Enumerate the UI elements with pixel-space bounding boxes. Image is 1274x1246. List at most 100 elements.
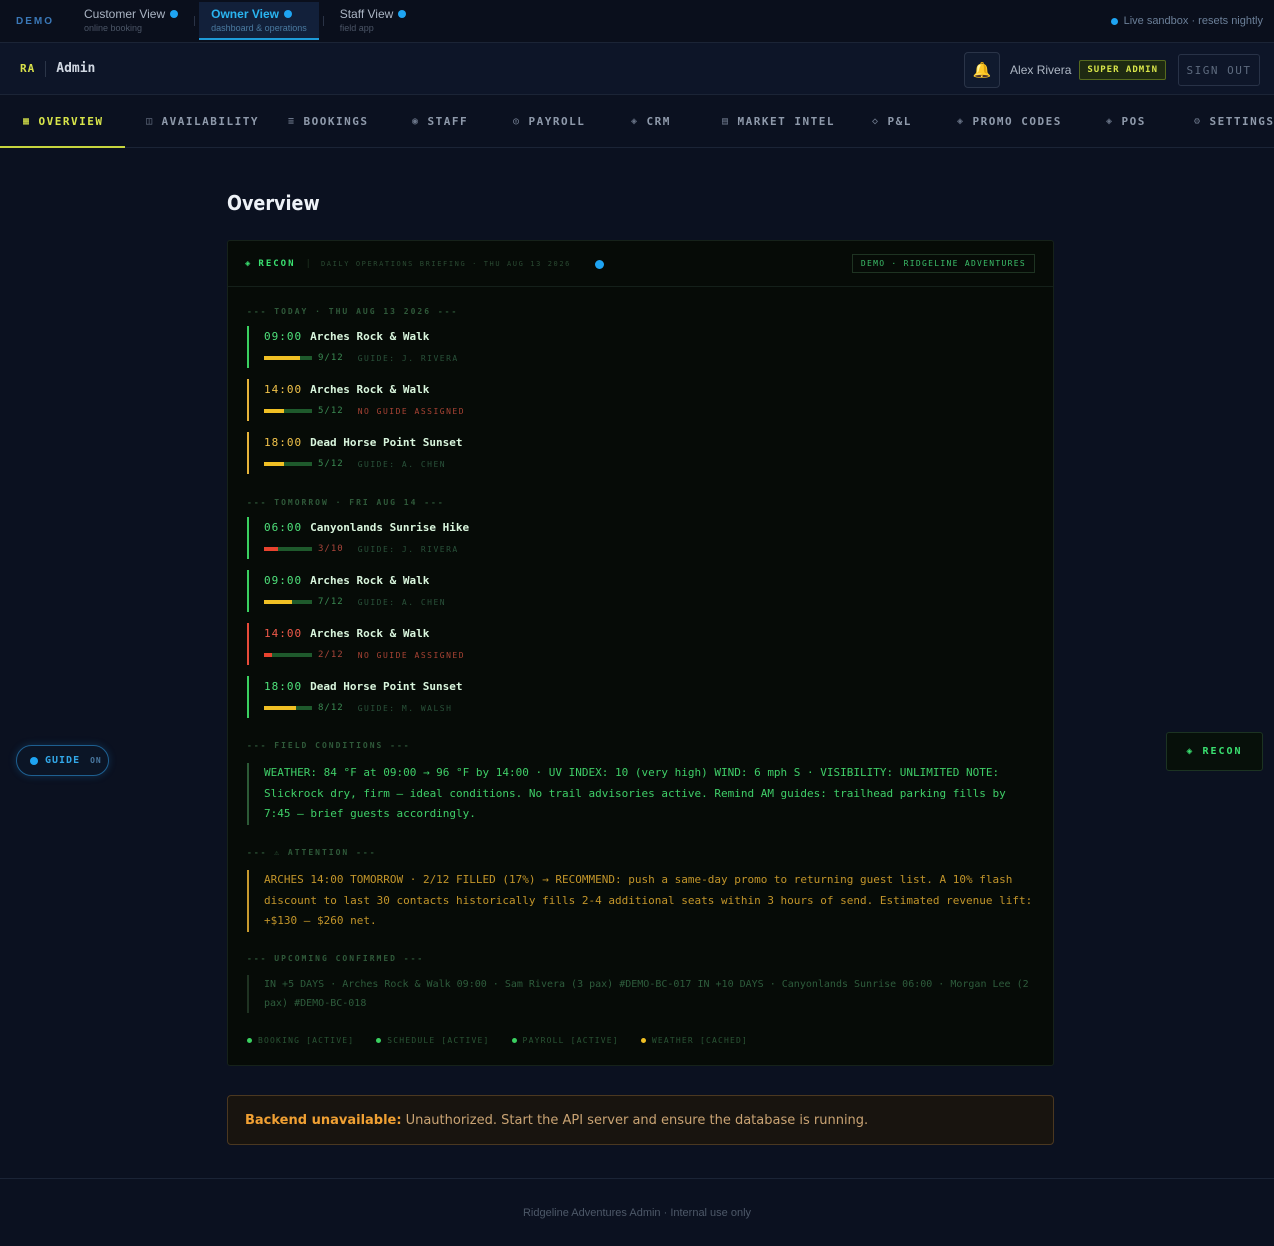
trip-row[interactable]: 14:00 Arches Rock & Walk 5/12 NO GUIDE ASSI…	[247, 379, 647, 421]
trip-capacity: 3/10	[318, 544, 344, 554]
recon-diamond-icon: ◈	[1186, 746, 1195, 757]
trip-row[interactable]: 18:00 Dead Horse Point Sunset 8/12 GUIDE: M…	[247, 676, 647, 718]
capacity-bar	[264, 706, 312, 710]
trip-guide: GUIDE: A. CHEN	[357, 459, 447, 469]
trip-row[interactable]: 09:00 Arches Rock & Walk 9/12 GUIDE: J. RIV…	[247, 326, 647, 368]
view-tab-staff[interactable]: Staff View field app	[328, 2, 419, 40]
trip-time: 14:00	[264, 383, 303, 396]
trip-capacity: 5/12	[318, 406, 344, 416]
attention-header: --- ⚠ ATTENTION ---	[247, 848, 377, 857]
trip-name: Arches Rock & Walk	[310, 330, 430, 343]
user-name: Alex Rivera	[1010, 63, 1072, 77]
trip-time: 09:00	[264, 330, 303, 343]
field-conditions-header: --- FIELD CONDITIONS ---	[247, 741, 411, 750]
main-nav: ▦ OVERVIEW ◫ AVAILABILITY ≡ BOOKINGS ◉ STAFF…	[0, 95, 1274, 148]
trip-guide: GUIDE: M. WALSH	[357, 703, 453, 713]
divider: |	[305, 258, 311, 269]
tab-label: AVAILABILITY	[161, 114, 260, 128]
divider	[194, 16, 196, 26]
attention-text: ARCHES 14:00 TOMORROW · 2/12 FILLED (17%…	[247, 870, 1037, 932]
footer: Ridgeline Adventures Admin · Internal us…	[0, 1178, 1274, 1246]
tab-bookings[interactable]: ≡ BOOKINGS	[288, 95, 369, 147]
trip-guide: GUIDE: J. RIVERA	[357, 353, 459, 363]
guide-state: ON	[90, 756, 102, 765]
status-dot-icon	[170, 10, 179, 18]
system-status-row: BOOKING [ACTIVE] SCHEDULE [ACTIVE] PAYROLL…	[247, 1036, 748, 1045]
trip-name: Arches Rock & Walk	[310, 383, 430, 396]
view-tab-subtitle: online booking	[84, 23, 143, 33]
status-dot-icon	[283, 10, 292, 18]
status-dot-icon	[376, 1038, 382, 1043]
bell-icon: 🔔	[972, 62, 992, 79]
tab-label: SETTINGS	[1209, 114, 1274, 128]
tag-icon: ◈	[957, 115, 965, 127]
gear-icon: ⚙	[1194, 115, 1202, 127]
trip-row[interactable]: 18:00 Dead Horse Point Sunset 5/12 GUIDE: A…	[247, 432, 647, 474]
trip-guide: NO GUIDE ASSIGNED	[357, 406, 466, 416]
tab-availability[interactable]: ◫ AVAILABILITY	[146, 95, 259, 147]
tab-promo-codes[interactable]: ◈ PROMO CODES	[957, 95, 1062, 147]
recon-diamond-icon: ◈	[245, 258, 251, 269]
view-tab-owner[interactable]: Owner View dashboard & operations	[199, 2, 319, 40]
trip-row[interactable]: 06:00 Canyonlands Sunrise Hike 3/10 GUIDE: …	[247, 517, 647, 559]
view-tab-subtitle: dashboard & operations	[211, 23, 307, 33]
trip-row[interactable]: 14:00 Arches Rock & Walk 2/12 NO GUIDE ASSI…	[247, 623, 647, 665]
trip-time: 06:00	[264, 521, 303, 534]
guide-toggle[interactable]: GUIDE ON	[16, 745, 109, 776]
tab-market-intel[interactable]: ▤ MARKET INTEL	[722, 95, 835, 147]
trip-capacity: 2/12	[318, 650, 344, 660]
system-status-item: BOOKING [ACTIVE]	[247, 1036, 354, 1045]
live-dot-icon	[1110, 17, 1118, 25]
tab-label: PROMO CODES	[972, 114, 1062, 128]
admin-header: RA Admin 🔔 Alex Rivera SUPER ADMIN SIGN …	[0, 43, 1274, 95]
trip-guide: GUIDE: J. RIVERA	[357, 544, 459, 554]
recon-title: RECON	[258, 258, 296, 269]
trip-name: Dead Horse Point Sunset	[310, 436, 463, 449]
divider	[322, 16, 324, 26]
role-badge: SUPER ADMIN	[1079, 60, 1166, 80]
trip-row[interactable]: 09:00 Arches Rock & Walk 7/12 GUIDE: A. CHE…	[247, 570, 647, 612]
trip-capacity: 7/12	[318, 597, 344, 607]
tab-staff[interactable]: ◉ STAFF	[412, 95, 468, 147]
tab-pnl[interactable]: ◇ P&L	[872, 95, 912, 147]
view-tab-subtitle: field app	[339, 23, 374, 33]
recon-button-label: RECON	[1202, 746, 1243, 757]
tab-crm[interactable]: ◈ CRM	[631, 95, 671, 147]
trip-capacity: 8/12	[318, 703, 344, 713]
guide-label: GUIDE	[45, 755, 81, 766]
tab-overview[interactable]: ▦ OVERVIEW	[23, 95, 104, 147]
recon-subtitle: DAILY OPERATIONS BRIEFING · THU AUG 13 2…	[320, 259, 571, 268]
view-tab-customer[interactable]: Customer View online booking	[72, 2, 190, 40]
sign-out-button[interactable]: SIGN OUT	[1178, 54, 1260, 86]
live-status-text: Live sandbox · resets nightly	[1123, 15, 1263, 27]
backend-error-alert: Backend unavailable: Unauthorized. Start…	[227, 1095, 1054, 1145]
upcoming-text: IN +5 DAYS · Arches Rock & Walk 09:00 · …	[247, 975, 1037, 1013]
demo-badge: DEMO · RIDGELINE ADVENTURES	[851, 254, 1035, 273]
brand-initials: RA	[20, 62, 36, 75]
capacity-bar	[264, 356, 312, 360]
capacity-bar	[264, 462, 312, 466]
status-dot-icon	[640, 1038, 646, 1043]
trip-time: 09:00	[264, 574, 303, 587]
calendar-icon: ◫	[146, 115, 154, 127]
status-dot-icon	[247, 1038, 252, 1043]
recon-button[interactable]: ◈ RECON	[1166, 732, 1263, 771]
trip-name: Canyonlands Sunrise Hike	[310, 521, 470, 534]
capacity-bar	[264, 653, 312, 657]
capacity-fill	[264, 409, 284, 413]
error-title: Backend unavailable:	[245, 1112, 402, 1128]
trip-time: 18:00	[264, 680, 303, 693]
section-label: Admin	[56, 61, 96, 76]
tab-pos[interactable]: ◈ POS	[1106, 95, 1146, 147]
list-icon: ≡	[288, 115, 296, 127]
system-status-item: PAYROLL [ACTIVE]	[511, 1036, 619, 1045]
trip-capacity: 5/12	[318, 459, 344, 469]
pulse-dot-icon	[595, 260, 604, 269]
notifications-button[interactable]: 🔔	[964, 52, 1001, 88]
tab-payroll[interactable]: ◎ PAYROLL	[513, 95, 585, 147]
tab-settings[interactable]: ⚙ SETTINGS	[1194, 95, 1274, 147]
error-message: Unauthorized. Start the API server and e…	[405, 1112, 869, 1128]
capacity-fill	[264, 356, 300, 360]
capacity-fill	[264, 653, 272, 657]
view-tab-title: Customer View	[84, 7, 166, 21]
